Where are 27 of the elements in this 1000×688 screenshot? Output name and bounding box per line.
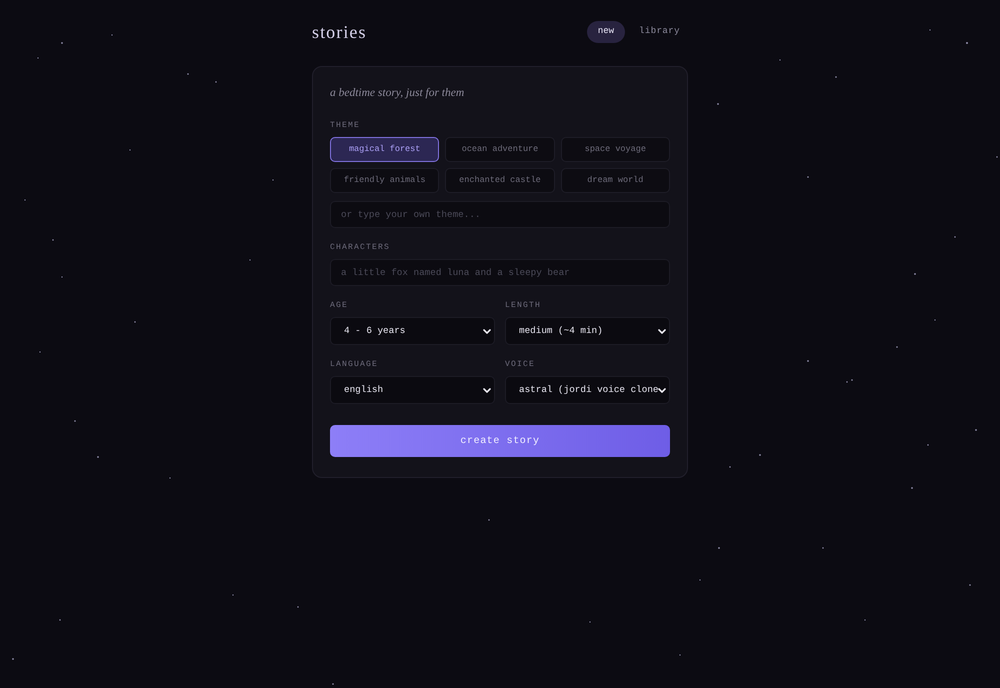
field-label: THEME xyxy=(330,121,362,130)
field-label: LANGUAGE xyxy=(330,360,380,369)
theme-chip[interactable]: space voyage xyxy=(560,137,670,162)
field-label: AGE xyxy=(330,301,350,310)
theme-chip[interactable]: magical forest xyxy=(330,137,440,162)
dropdown-select[interactable]: astral (jordi voice clone xyxy=(505,376,670,404)
dropdown-select[interactable]: medium (~4 min) xyxy=(505,317,670,345)
theme-chip[interactable]: friendly animals xyxy=(330,168,440,193)
field-label: LENGTH xyxy=(505,301,542,310)
dropdown-select[interactable]: 4 - 6 years xyxy=(330,317,495,345)
nav-tab[interactable]: new xyxy=(586,21,626,43)
chevron-down-icon xyxy=(658,388,666,392)
theme-chip[interactable]: enchanted castle xyxy=(445,168,555,193)
theme-chip[interactable]: dream world xyxy=(560,168,670,193)
characters-input[interactable]: a little fox named luna and a sleepy bear xyxy=(330,259,670,286)
field-label: VOICE xyxy=(505,360,536,369)
chevron-down-icon xyxy=(483,388,491,392)
dropdown-select[interactable]: english xyxy=(330,376,495,404)
nav-tab[interactable]: library xyxy=(631,21,688,43)
theme-chip[interactable]: ocean adventure xyxy=(445,137,555,162)
chevron-down-icon xyxy=(483,328,491,334)
custom-theme-input[interactable]: or type your own theme... xyxy=(330,201,670,228)
chevron-down-icon xyxy=(658,328,666,334)
form-subtitle: a bedtime story, just for them xyxy=(330,86,466,101)
field-label: CHARACTERS xyxy=(330,243,392,252)
create-story-button[interactable]: create story xyxy=(330,425,670,457)
app-title: stories xyxy=(312,21,367,43)
